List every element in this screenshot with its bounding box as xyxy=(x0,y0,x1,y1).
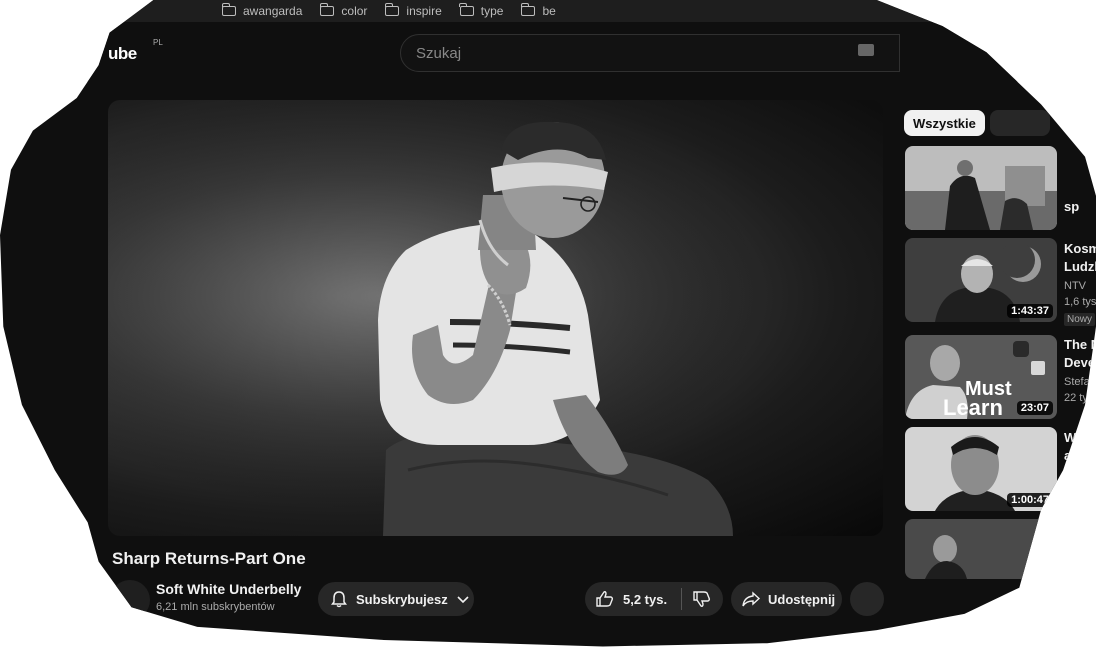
search-placeholder: Szukaj xyxy=(416,45,462,62)
subscribe-button[interactable]: Subskrybujesz xyxy=(318,582,474,616)
recommendation-thumbnail[interactable] xyxy=(905,519,1057,579)
dislike-icon[interactable] xyxy=(692,590,712,608)
recommendation-title[interactable]: sp xyxy=(1064,198,1079,216)
recommendation-thumbnail[interactable]: 1:43:37 xyxy=(905,238,1057,322)
bookmark-awangarda[interactable]: awangarda xyxy=(221,3,303,18)
recommendation-views: 1,6 tys xyxy=(1064,296,1096,308)
description-fragment: ...bite #swu xyxy=(400,640,466,653)
video-player[interactable] xyxy=(108,100,883,536)
video-title: Sharp Returns-Part One xyxy=(112,549,306,568)
folder-icon xyxy=(221,3,236,16)
recommendation-title-line[interactable]: and xyxy=(1064,447,1087,465)
thumbnail-image xyxy=(905,146,1057,230)
bookmark-label: awangarda xyxy=(243,4,303,18)
chevron-down-icon xyxy=(457,596,469,604)
more-actions-button[interactable] xyxy=(850,582,884,616)
like-count[interactable]: 5,2 tys. xyxy=(623,592,667,607)
recommendation-channel[interactable]: Stefan xyxy=(1064,376,1096,388)
channel-name[interactable]: Soft White Underbelly xyxy=(156,581,301,597)
video-duration: 1:00:47 xyxy=(1007,493,1053,507)
divider xyxy=(681,588,683,610)
bookmark-be[interactable]: be xyxy=(521,3,556,18)
youtube-screenshot: awangarda color inspire type be ube PL S… xyxy=(0,0,1096,653)
bookmark-label: color xyxy=(341,4,368,18)
bookmark-color[interactable]: color xyxy=(320,3,368,18)
logo-country-code: PL xyxy=(153,38,163,47)
bookmark-type[interactable]: type xyxy=(459,3,504,18)
bookmark-label: type xyxy=(480,4,504,18)
recommendation-channel[interactable]: So xyxy=(1064,469,1077,481)
recommendation-title-line[interactable]: Ludzk xyxy=(1064,258,1096,276)
recommendation-title-line[interactable]: Devel xyxy=(1064,354,1096,372)
recommendation-views: 22 tys. xyxy=(1064,392,1096,404)
like-icon[interactable] xyxy=(595,590,615,608)
share-icon xyxy=(742,591,761,607)
search-icon[interactable] xyxy=(858,44,874,56)
subscribe-label: Subskrybujesz xyxy=(356,591,448,607)
recommendation-title-line[interactable]: Kosm xyxy=(1064,240,1096,258)
new-badge: Nowy xyxy=(1064,313,1096,326)
recommendation-title-line[interactable]: The N xyxy=(1064,336,1096,354)
bookmark-label: be xyxy=(542,4,556,18)
share-button[interactable]: Udostępnij xyxy=(731,582,842,616)
folder-icon xyxy=(320,3,335,16)
share-label: Udostępnij xyxy=(768,591,836,607)
youtube-logo[interactable]: ube xyxy=(108,44,137,64)
search-input[interactable]: Szukaj xyxy=(400,34,900,72)
subscriber-count: 6,21 mln subskrybentów xyxy=(156,601,275,613)
folder-icon xyxy=(459,3,474,16)
masthead: ube PL Szukaj xyxy=(0,22,1096,82)
thumbnail-image xyxy=(905,519,1057,579)
bell-icon xyxy=(331,591,347,608)
folder-icon xyxy=(521,3,536,16)
like-dislike-group: 5,2 tys. xyxy=(585,582,723,616)
recommendation-channel[interactable]: NTV xyxy=(1064,280,1086,292)
chip-next[interactable] xyxy=(990,110,1050,136)
chip-all[interactable]: Wszystkie xyxy=(904,110,985,136)
video-frame-image xyxy=(108,100,883,536)
svg-text:Learn: Learn xyxy=(943,395,1003,419)
recommendation-thumbnail[interactable]: Must Learn 23:07 xyxy=(905,335,1057,419)
bookmark-inspire[interactable]: inspire xyxy=(385,3,442,18)
recommendation-thumbnail[interactable] xyxy=(905,146,1057,230)
bookmarks-bar: awangarda color inspire type be xyxy=(0,0,1096,22)
bookmark-label: inspire xyxy=(406,4,442,18)
video-duration: 23:07 xyxy=(1016,401,1053,415)
recommendation-title-line[interactable]: Why xyxy=(1064,429,1091,447)
video-duration: 1:43:37 xyxy=(1007,304,1053,318)
recommendation-thumbnail[interactable]: 1:00:47 xyxy=(905,427,1057,511)
channel-avatar[interactable] xyxy=(110,580,150,620)
folder-icon xyxy=(385,3,400,16)
